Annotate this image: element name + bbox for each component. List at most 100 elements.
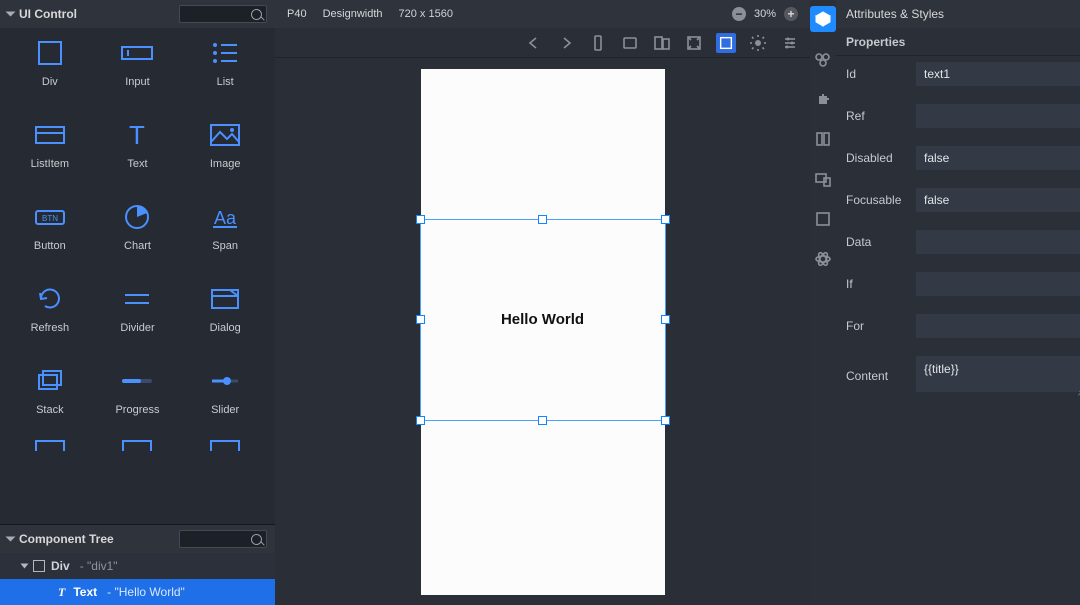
- palette-label: ListItem: [31, 158, 70, 170]
- selected-text-element[interactable]: Hello World: [420, 219, 666, 421]
- button-icon: BTN: [31, 200, 69, 234]
- tab-layout-icon[interactable]: [810, 126, 836, 152]
- resize-handle-bc[interactable]: [538, 416, 547, 425]
- palette-item-chart[interactable]: Chart: [94, 200, 182, 268]
- prop-label: Disabled: [846, 151, 916, 165]
- tree-node-text[interactable]: T Text - "Hello World": [0, 579, 275, 605]
- canvas-topbar: P40 Designwidth 720 x 1560 − 30% +: [275, 0, 810, 28]
- prop-input-data[interactable]: [916, 230, 1080, 254]
- properties-section-header[interactable]: Properties: [836, 28, 1080, 56]
- resize-handle-br[interactable]: [661, 416, 670, 425]
- palette-label: Div: [42, 76, 58, 88]
- zoom-in-button[interactable]: +: [784, 7, 798, 21]
- palette-item-divider[interactable]: Divider: [94, 282, 182, 350]
- prop-input-for[interactable]: [916, 314, 1080, 338]
- component-tree-header[interactable]: Component Tree: [0, 525, 275, 553]
- palette-item-listitem[interactable]: ListItem: [6, 118, 94, 186]
- device-name[interactable]: P40: [287, 8, 307, 20]
- palette-overflow-peek: [6, 438, 269, 452]
- resize-handle-tl[interactable]: [416, 215, 425, 224]
- selection-mode-icon[interactable]: [716, 33, 736, 53]
- refresh-icon: [31, 282, 69, 316]
- prop-input-focusable[interactable]: [916, 188, 1080, 212]
- palette-label: Span: [212, 240, 238, 252]
- component-tree: Div - "div1" T Text - "Hello World": [0, 553, 275, 605]
- palette-label: Dialog: [210, 322, 241, 334]
- undo-button[interactable]: [524, 33, 544, 53]
- expand-icon: [21, 564, 29, 569]
- prop-label: Focusable: [846, 193, 916, 207]
- palette-label: Image: [210, 158, 241, 170]
- palette-item-text[interactable]: T Text: [94, 118, 182, 186]
- prop-input-id[interactable]: [916, 62, 1080, 86]
- palette-item-slider[interactable]: Slider: [181, 364, 269, 432]
- resize-handle-bl[interactable]: [416, 416, 425, 425]
- prop-label: Data: [846, 235, 916, 249]
- resize-handle-ml[interactable]: [416, 315, 425, 324]
- fit-screen-icon[interactable]: [684, 33, 704, 53]
- ui-control-panel-header[interactable]: UI Control: [0, 0, 275, 28]
- palette-item-span[interactable]: Aa Span: [181, 200, 269, 268]
- tab-plugin-icon[interactable]: [810, 86, 836, 112]
- device-multi-icon[interactable]: [652, 33, 672, 53]
- resize-handle-tc[interactable]: [538, 215, 547, 224]
- prop-input-disabled[interactable]: [916, 146, 1080, 170]
- prop-input-ref[interactable]: [916, 104, 1080, 128]
- resize-handle-tr[interactable]: [661, 215, 670, 224]
- prop-row-data: Data: [846, 230, 1080, 254]
- tab-box-icon[interactable]: [810, 206, 836, 232]
- palette-item-div[interactable]: Div: [6, 36, 94, 104]
- palette-item-image[interactable]: Image: [181, 118, 269, 186]
- canvas-toolbar: [275, 28, 810, 58]
- right-column: Attributes & Styles Properties Id Ref Di…: [810, 0, 1080, 605]
- text-icon: T: [118, 118, 156, 152]
- device-frame[interactable]: Hello World: [421, 69, 665, 595]
- textarea-wrapper: [916, 356, 1080, 395]
- prop-input-content[interactable]: [916, 356, 1080, 392]
- prop-input-if[interactable]: [916, 272, 1080, 296]
- tree-node-subtitle: - "div1": [80, 559, 118, 573]
- redo-button[interactable]: [556, 33, 576, 53]
- brightness-icon[interactable]: [748, 33, 768, 53]
- stack-icon: [31, 364, 69, 398]
- device-phone-icon[interactable]: [588, 33, 608, 53]
- properties-form: Id Ref Disabled Focusable Data: [836, 56, 1080, 401]
- settings-icon[interactable]: [780, 33, 800, 53]
- palette-item-button[interactable]: BTN Button: [6, 200, 94, 268]
- tree-node-div[interactable]: Div - "div1": [0, 553, 275, 579]
- svg-text:Aa: Aa: [214, 208, 237, 228]
- resize-handle-mr[interactable]: [661, 315, 670, 324]
- listitem-icon: [31, 118, 69, 152]
- palette-label: Button: [34, 240, 66, 252]
- palette-item-dialog[interactable]: Dialog: [181, 282, 269, 350]
- device-tablet-icon[interactable]: [620, 33, 640, 53]
- palette-item-input[interactable]: Input: [94, 36, 182, 104]
- app-root: UI Control Div Input List: [0, 0, 1080, 605]
- palette-label: Slider: [211, 404, 239, 416]
- tab-atom-icon[interactable]: [810, 246, 836, 272]
- tab-styles-icon[interactable]: [810, 46, 836, 72]
- search-icon: [251, 534, 262, 545]
- palette-label: Refresh: [31, 322, 70, 334]
- prop-row-if: If: [846, 272, 1080, 296]
- ui-control-search[interactable]: [179, 5, 267, 23]
- palette-label: Text: [127, 158, 147, 170]
- design-canvas[interactable]: Hello World: [275, 58, 810, 605]
- tab-properties-icon[interactable]: [810, 6, 836, 32]
- div-icon: [31, 36, 69, 70]
- attributes-panel-title: Attributes & Styles: [836, 0, 1080, 28]
- palette-item-refresh[interactable]: Refresh: [6, 282, 94, 350]
- tab-responsive-icon[interactable]: [810, 166, 836, 192]
- palette-item-progress[interactable]: Progress: [94, 364, 182, 432]
- palette-item-stack[interactable]: Stack: [6, 364, 94, 432]
- zoom-out-button[interactable]: −: [732, 7, 746, 21]
- palette-item-list[interactable]: List: [181, 36, 269, 104]
- collapse-icon: [6, 12, 16, 17]
- palette-label: Stack: [36, 404, 64, 416]
- zoom-controls: − 30% +: [732, 7, 798, 21]
- component-palette: Div Input List ListItem T Text: [0, 28, 275, 524]
- divider-icon: [118, 282, 156, 316]
- prop-label: For: [846, 319, 916, 333]
- search-icon: [251, 9, 262, 20]
- tree-search[interactable]: [179, 530, 267, 548]
